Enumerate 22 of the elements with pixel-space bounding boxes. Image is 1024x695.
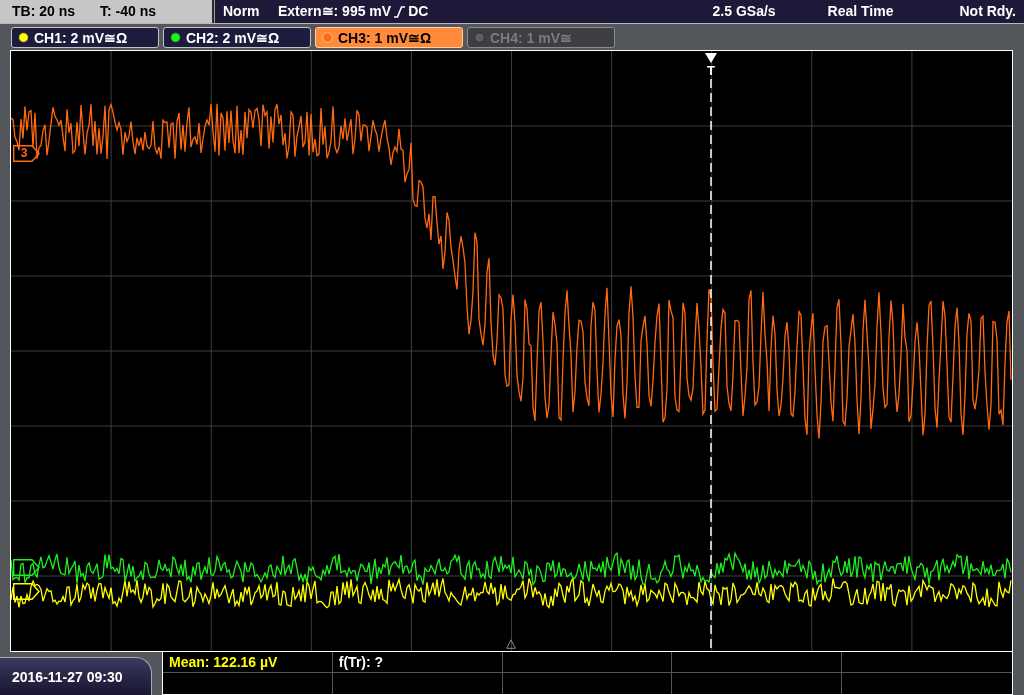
timebase-scale: TB: 20 ns	[12, 2, 76, 21]
date-time-display: 2016-11-27 09:30	[0, 657, 152, 695]
channel-marker-icon	[13, 583, 40, 600]
channel-marker-icon	[13, 145, 40, 162]
acquisition-status: Not Rdy.	[959, 2, 1016, 21]
channel-tab[interactable]: CH1: 2 mV≅Ω	[11, 27, 159, 48]
trigger-marker-icon	[705, 53, 717, 63]
sample-rate: 2.5 GSa/s	[712, 2, 776, 21]
trigger-offset: T: -40 ns	[100, 2, 156, 21]
channel-tab[interactable]: CH3: 1 mV≅Ω	[315, 27, 463, 48]
rising-edge-icon	[394, 5, 406, 18]
acquisition-mode: Real Time	[827, 2, 894, 21]
trigger-source: Extern≅: 995 mV	[278, 2, 392, 21]
trigger-label: T	[706, 64, 716, 77]
trigger-coupling: DC	[408, 2, 429, 21]
trigger-mode: Norm	[223, 2, 261, 21]
channel-marker-icon	[13, 559, 40, 576]
measurement-value: f(Tr): ?	[338, 655, 384, 669]
center-marker-icon	[506, 639, 516, 649]
channel-tab[interactable]: CH2: 2 mV≅Ω	[163, 27, 311, 48]
channel-marker-label: 3	[19, 146, 29, 161]
measurement-value: Mean: 122.16 µV	[169, 655, 278, 669]
